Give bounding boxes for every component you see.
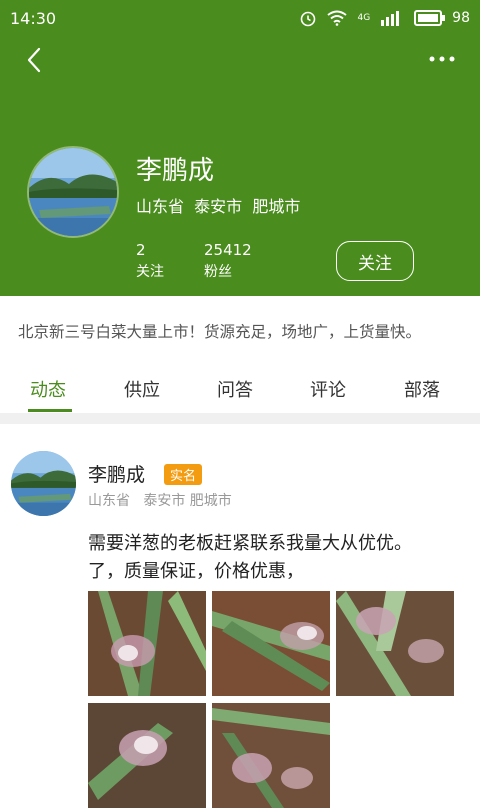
fans-label: 粉丝 <box>204 264 232 280</box>
following-label: 关注 <box>136 264 164 280</box>
post-text-line: 了，质量保证，价格优惠， <box>88 561 304 582</box>
wifi-icon <box>327 10 348 26</box>
battery-percent: 98 <box>452 10 470 26</box>
following-stat[interactable]: 2 关注 <box>136 241 164 281</box>
profile-header: 14:30 4G 98 李鹏成 山东省 泰安市 肥城市 2 关注 25412 粉… <box>0 0 480 296</box>
profile-location: 山东省 泰安市 肥城市 <box>136 197 301 216</box>
following-count: 2 <box>136 241 146 259</box>
post-author-avatar[interactable] <box>11 451 76 516</box>
post-location: 山东省 泰安市 肥城市 <box>88 493 232 509</box>
status-icons: 4G 98 <box>299 8 470 28</box>
landscape-avatar-image <box>29 148 117 236</box>
status-time: 14:30 <box>10 9 57 28</box>
back-button[interactable] <box>18 44 50 76</box>
profile-name: 李鹏成 <box>136 156 215 186</box>
section-divider <box>0 413 480 424</box>
network-type: 4G <box>357 13 371 23</box>
fans-stat[interactable]: 25412 粉丝 <box>204 241 252 281</box>
signal-icon <box>381 11 400 26</box>
post-photo[interactable] <box>88 591 206 696</box>
tab-tribe[interactable]: 部落 <box>404 376 440 402</box>
onion-field-photo <box>88 703 206 808</box>
tab-dynamic[interactable]: 动态 <box>30 376 66 402</box>
onion-field-photo <box>212 703 330 808</box>
post-text-line: 需要洋葱的老板赶紧联系我量大从优优。 <box>88 533 412 554</box>
tab-supply[interactable]: 供应 <box>124 376 160 402</box>
fans-count: 25412 <box>204 241 252 259</box>
tab-bar: 动态 供应 问答 评论 部落 <box>0 366 480 412</box>
more-horizontal-icon <box>429 56 455 62</box>
post-photo[interactable] <box>212 703 330 808</box>
onion-field-photo <box>336 591 454 696</box>
profile-avatar[interactable] <box>27 146 119 238</box>
post-photo[interactable] <box>336 591 454 696</box>
post-author-name[interactable]: 李鹏成 <box>88 460 145 487</box>
tab-qa[interactable]: 问答 <box>217 376 253 402</box>
alarm-icon <box>301 11 316 27</box>
more-button[interactable] <box>424 46 460 72</box>
verified-badge: 实名 <box>164 464 203 485</box>
chevron-left-icon <box>27 47 41 73</box>
follow-button[interactable]: 关注 <box>336 241 414 281</box>
landscape-avatar-image <box>11 451 76 516</box>
post-photo[interactable] <box>212 591 330 696</box>
tab-comments[interactable]: 评论 <box>310 376 346 402</box>
battery-level <box>418 14 439 22</box>
post-text: 需要洋葱的老板赶紧联系我量大从优优。 了，质量保证，价格优惠， <box>88 530 468 586</box>
status-bar: 14:30 4G 98 <box>0 0 480 36</box>
battery-icon <box>414 10 446 26</box>
profile-intro: 北京新三号白菜大量上市！货源充足，场地广，上货量快。 <box>18 323 422 341</box>
onion-field-photo <box>88 591 206 696</box>
post-photo[interactable] <box>88 703 206 808</box>
active-tab-indicator <box>28 409 72 412</box>
onion-field-photo <box>212 591 330 696</box>
